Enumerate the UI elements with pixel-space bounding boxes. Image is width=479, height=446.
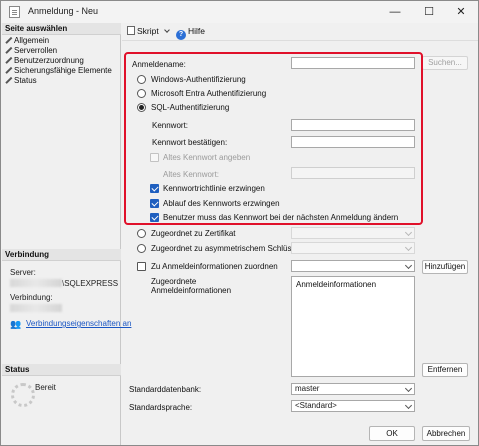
toolbar: Skript ? Hilfe xyxy=(122,23,478,41)
enforce-policy-label[interactable]: Kennwortrichtlinie erzwingen xyxy=(163,184,265,193)
connection-header: Verbindung xyxy=(2,249,121,261)
default-language-label: Standardsprache: xyxy=(129,403,193,412)
login-name-label: Anmeldename: xyxy=(132,60,186,69)
remove-credential-button[interactable]: Entfernen xyxy=(422,363,468,377)
search-button[interactable]: Suchen... xyxy=(422,56,468,70)
asymmetric-key-radio[interactable] xyxy=(137,244,146,253)
sidebar-item-label: Benutzerzuordnung xyxy=(14,56,84,65)
certificate-select[interactable] xyxy=(291,227,415,239)
select-page-header: Seite auswählen xyxy=(2,23,121,35)
help-icon: ? xyxy=(176,30,186,40)
script-label: Skript xyxy=(137,26,159,36)
script-button[interactable]: Skript xyxy=(127,26,170,36)
sidebar-item-label: Sicherungsfähige Elemente xyxy=(14,66,112,75)
sidebar-item-label: Allgemein xyxy=(14,36,50,45)
enforce-policy-checkbox[interactable] xyxy=(150,184,159,193)
enforce-expiration-checkbox[interactable] xyxy=(150,199,159,208)
server-instance-text: \SQLEXPRESS xyxy=(62,279,119,288)
credentials-column-header: Anmeldeinformationen xyxy=(296,280,377,289)
windows-auth-radio[interactable] xyxy=(137,75,146,84)
confirm-password-label: Kennwort bestätigen: xyxy=(152,138,228,147)
asymmetric-key-select[interactable] xyxy=(291,242,415,254)
sql-auth-radio[interactable] xyxy=(137,103,146,112)
redacted-server-name xyxy=(10,279,62,287)
maximize-button[interactable]: ☐ xyxy=(413,1,445,23)
script-icon xyxy=(127,26,135,35)
window-title: Anmeldung - Neu xyxy=(28,6,99,16)
password-label: Kennwort: xyxy=(152,121,189,130)
mapped-credentials-list[interactable]: Anmeldeinformationen xyxy=(291,276,415,377)
map-credentials-checkbox[interactable] xyxy=(137,262,146,271)
sidebar-item-status[interactable]: Status xyxy=(4,76,37,86)
wrench-icon xyxy=(4,66,13,74)
chevron-down-icon xyxy=(404,384,413,393)
connection-properties-link[interactable]: Verbindungseigenschaften an xyxy=(26,319,131,328)
status-header: Status xyxy=(2,364,121,376)
sql-auth-label[interactable]: SQL-Authentifizierung xyxy=(151,103,229,112)
help-label: Hilfe xyxy=(188,26,206,36)
old-password-label: Altes Kennwort: xyxy=(163,170,220,179)
wrench-icon xyxy=(4,46,13,54)
certificate-radio[interactable] xyxy=(137,229,146,238)
login-new-window: Anmeldung - Neu — ☐ ✕ Seite auswählen Al… xyxy=(0,0,479,446)
server-label: Server: xyxy=(10,268,36,277)
default-language-select[interactable]: <Standard> xyxy=(291,400,415,412)
mapped-credentials-label: Zugeordnete Anmeldeinformationen xyxy=(151,277,232,295)
wrench-icon xyxy=(4,56,13,64)
sidebar-item-server-roles[interactable]: Serverrollen xyxy=(4,46,58,56)
windows-auth-label[interactable]: Windows-Authentifizierung xyxy=(151,75,246,84)
help-button[interactable]: ? Hilfe xyxy=(176,26,205,40)
must-change-checkbox[interactable] xyxy=(150,213,159,222)
entra-auth-label[interactable]: Microsoft Entra Authentifizierung xyxy=(151,89,266,98)
sidebar-item-label: Serverrollen xyxy=(14,46,58,55)
minimize-button[interactable]: — xyxy=(379,1,411,23)
map-credentials-label[interactable]: Zu Anmeldeinformationen zuordnen xyxy=(151,262,278,271)
specify-old-password-label[interactable]: Altes Kennwort angeben xyxy=(163,153,250,162)
default-database-label: Standarddatenbank: xyxy=(129,385,202,394)
sidebar-item-securables[interactable]: Sicherungsfähige Elemente xyxy=(4,66,112,76)
default-database-select[interactable]: master xyxy=(291,383,415,395)
add-credential-button[interactable]: Hinzufügen xyxy=(422,260,468,274)
status-value: Bereit xyxy=(35,383,56,392)
chevron-down-icon xyxy=(404,261,413,270)
chevron-down-icon xyxy=(404,243,413,252)
sidebar: Seite auswählen Allgemein Serverrollen B… xyxy=(2,23,131,445)
close-button[interactable]: ✕ xyxy=(445,1,477,23)
chevron-down-icon xyxy=(404,228,413,237)
progress-spinner-icon xyxy=(11,383,35,407)
title-bar: Anmeldung - Neu — ☐ ✕ xyxy=(1,1,478,23)
asymmetric-key-label[interactable]: Zugeordnet zu asymmetrischem Schlüssel xyxy=(151,244,302,253)
sidebar-item-user-mapping[interactable]: Benutzerzuordnung xyxy=(4,56,84,66)
entra-auth-radio[interactable] xyxy=(137,89,146,98)
sidebar-item-label: Status xyxy=(14,76,37,85)
connection-properties-icon: 👥 xyxy=(10,319,22,329)
server-value: \SQLEXPRESS xyxy=(10,279,118,288)
connection-label: Verbindung: xyxy=(10,293,53,302)
sidebar-item-general[interactable]: Allgemein xyxy=(4,36,50,46)
default-language-value: <Standard> xyxy=(295,401,337,410)
chevron-down-icon[interactable] xyxy=(164,27,170,33)
default-database-value: master xyxy=(295,384,320,393)
login-name-input[interactable] xyxy=(291,57,415,69)
enforce-expiration-label[interactable]: Ablauf des Kennworts erzwingen xyxy=(163,199,280,208)
connection-value xyxy=(10,304,62,313)
chevron-down-icon xyxy=(404,401,413,410)
must-change-label[interactable]: Benutzer muss das Kennwort bei der nächs… xyxy=(163,213,398,222)
document-icon xyxy=(9,6,20,18)
credentials-select[interactable] xyxy=(291,260,415,272)
wrench-icon xyxy=(4,36,13,44)
specify-old-password-checkbox[interactable] xyxy=(150,153,159,162)
old-password-input[interactable] xyxy=(291,167,415,179)
confirm-password-input[interactable] xyxy=(291,136,415,148)
ok-button[interactable]: OK xyxy=(369,426,415,441)
password-input[interactable] xyxy=(291,119,415,131)
certificate-label[interactable]: Zugeordnet zu Zertifikat xyxy=(151,229,235,238)
redacted-connection-name xyxy=(10,304,62,312)
wrench-icon xyxy=(4,76,13,84)
cancel-button[interactable]: Abbrechen xyxy=(422,426,470,441)
